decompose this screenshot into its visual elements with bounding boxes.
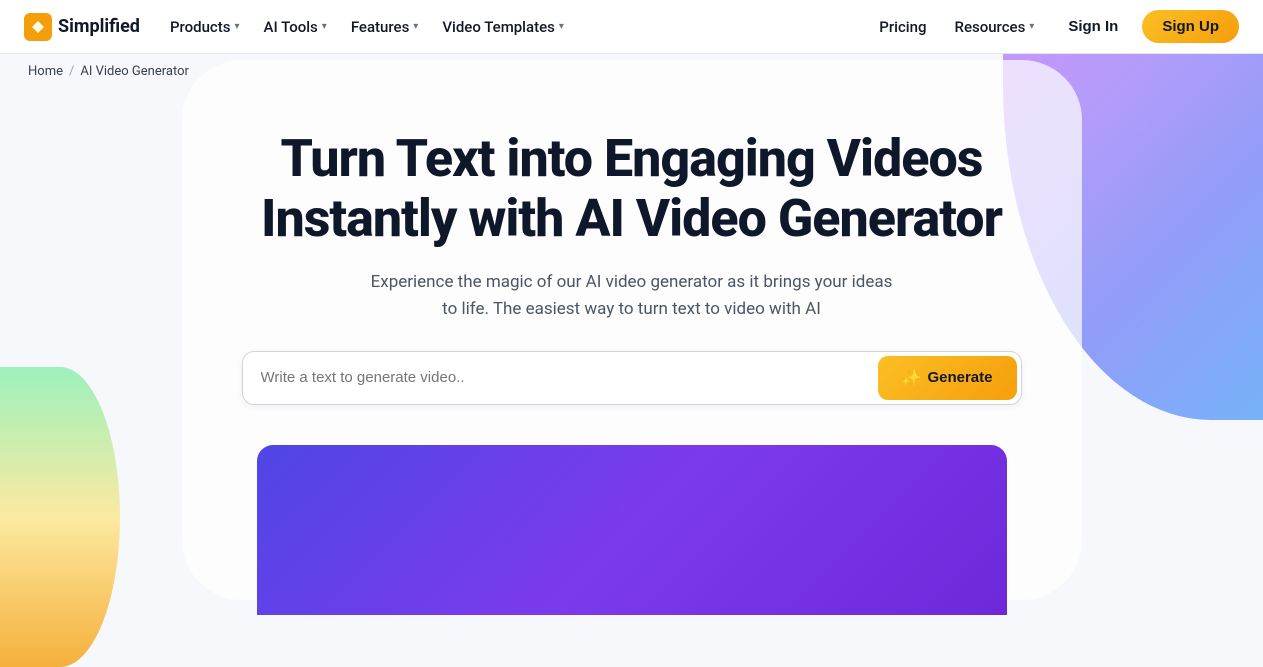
resources-chevron-icon: ▾ bbox=[1029, 21, 1034, 32]
breadcrumb-home[interactable]: Home bbox=[28, 64, 63, 79]
video-text-input[interactable] bbox=[243, 355, 874, 400]
resources-link[interactable]: Resources ▾ bbox=[945, 12, 1045, 42]
hero-subtitle: Experience the magic of our AI video gen… bbox=[362, 269, 902, 323]
video-preview bbox=[257, 445, 1007, 615]
signup-button[interactable]: Sign Up bbox=[1142, 10, 1239, 43]
nav-ai-tools[interactable]: AI Tools ▾ bbox=[254, 12, 337, 42]
breadcrumb: Home / AI Video Generator bbox=[0, 54, 1263, 89]
hero-title: Turn Text into Engaging Videos Instantly… bbox=[261, 129, 1002, 249]
nav-products[interactable]: Products ▾ bbox=[160, 12, 250, 42]
products-chevron-icon: ▾ bbox=[234, 21, 239, 32]
pricing-link[interactable]: Pricing bbox=[869, 12, 936, 42]
generate-icon: ✨ bbox=[902, 368, 922, 388]
nav-right: Pricing Resources ▾ Sign In Sign Up bbox=[869, 10, 1239, 43]
ai-tools-chevron-icon: ▾ bbox=[322, 21, 327, 32]
nav-features[interactable]: Features ▾ bbox=[341, 12, 429, 42]
breadcrumb-separator: / bbox=[69, 64, 74, 79]
logo[interactable]: Simplified bbox=[24, 13, 140, 41]
features-chevron-icon: ▾ bbox=[413, 21, 418, 32]
logo-text: Simplified bbox=[58, 16, 140, 37]
video-templates-chevron-icon: ▾ bbox=[559, 21, 564, 32]
video-generator-input-row: ✨ Generate bbox=[242, 351, 1022, 405]
hero-section: Turn Text into Engaging Videos Instantly… bbox=[0, 89, 1263, 435]
navbar: Simplified Products ▾ AI Tools ▾ Feature… bbox=[0, 0, 1263, 54]
signin-button[interactable]: Sign In bbox=[1052, 11, 1134, 42]
nav-links: Products ▾ AI Tools ▾ Features ▾ Video T… bbox=[160, 12, 869, 42]
generate-button[interactable]: ✨ Generate bbox=[878, 356, 1017, 400]
breadcrumb-current: AI Video Generator bbox=[80, 64, 189, 79]
nav-video-templates[interactable]: Video Templates ▾ bbox=[432, 12, 574, 42]
logo-icon bbox=[24, 13, 52, 41]
